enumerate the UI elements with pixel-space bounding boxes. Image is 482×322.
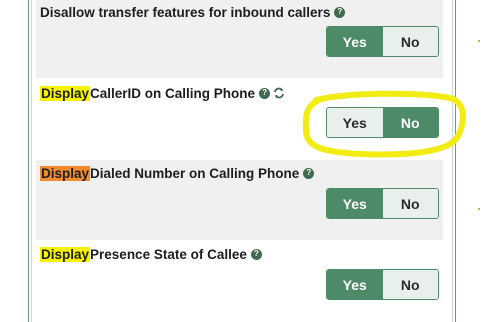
no-option[interactable]: No xyxy=(382,108,438,137)
setting-label: Disallow transfer features for inbound c… xyxy=(40,1,346,23)
frame-border-right-inner xyxy=(452,0,453,322)
setting-label-text: Presence State of Callee xyxy=(90,246,247,262)
yes-no-toggle: Yes No xyxy=(326,188,439,219)
yes-option[interactable]: Yes xyxy=(327,270,383,299)
setting-label: Display Dialed Number on Calling Phone ? xyxy=(40,162,315,184)
frame-border-left-inner xyxy=(31,0,32,322)
question-circle-icon[interactable]: ? xyxy=(303,167,315,179)
frame-border-left-outer xyxy=(28,0,29,322)
yes-option[interactable]: Yes xyxy=(327,189,383,218)
setting-label-text: Disallow transfer features for inbound c… xyxy=(40,4,331,20)
frame-border-right-outer xyxy=(455,0,456,322)
yes-no-toggle: Yes No xyxy=(326,107,439,138)
setting-label-text: CallerID on Calling Phone xyxy=(90,85,256,101)
setting-display-dialed-number: Display Dialed Number on Calling Phone ?… xyxy=(36,160,443,240)
question-circle-icon[interactable]: ? xyxy=(250,248,262,260)
no-option[interactable]: No xyxy=(382,270,438,299)
margin-mark xyxy=(478,40,480,42)
yes-no-toggle: Yes No xyxy=(326,26,439,57)
question-circle-icon[interactable]: ? xyxy=(259,87,271,99)
no-option[interactable]: No xyxy=(382,27,438,56)
yes-option[interactable]: Yes xyxy=(327,108,383,137)
no-option[interactable]: No xyxy=(382,189,438,218)
setting-display-presence: Display Presence State of Callee ? Yes N… xyxy=(36,241,443,322)
setting-display-callerid: Display CallerID on Calling Phone ? Yes … xyxy=(36,80,443,158)
highlight-word: Display xyxy=(40,165,91,181)
setting-label: Display Presence State of Callee ? xyxy=(40,243,262,265)
refresh-icon[interactable] xyxy=(273,87,285,99)
highlight-word: Display xyxy=(40,246,91,262)
highlight-word: Display xyxy=(40,85,91,101)
setting-label: Display CallerID on Calling Phone ? xyxy=(40,82,285,104)
setting-disallow-transfer: Disallow transfer features for inbound c… xyxy=(36,0,443,78)
question-circle-icon[interactable]: ? xyxy=(334,6,346,18)
yes-option[interactable]: Yes xyxy=(327,27,383,56)
yes-no-toggle: Yes No xyxy=(326,269,439,300)
setting-label-text: Dialed Number on Calling Phone xyxy=(90,165,300,181)
margin-mark xyxy=(478,208,480,210)
